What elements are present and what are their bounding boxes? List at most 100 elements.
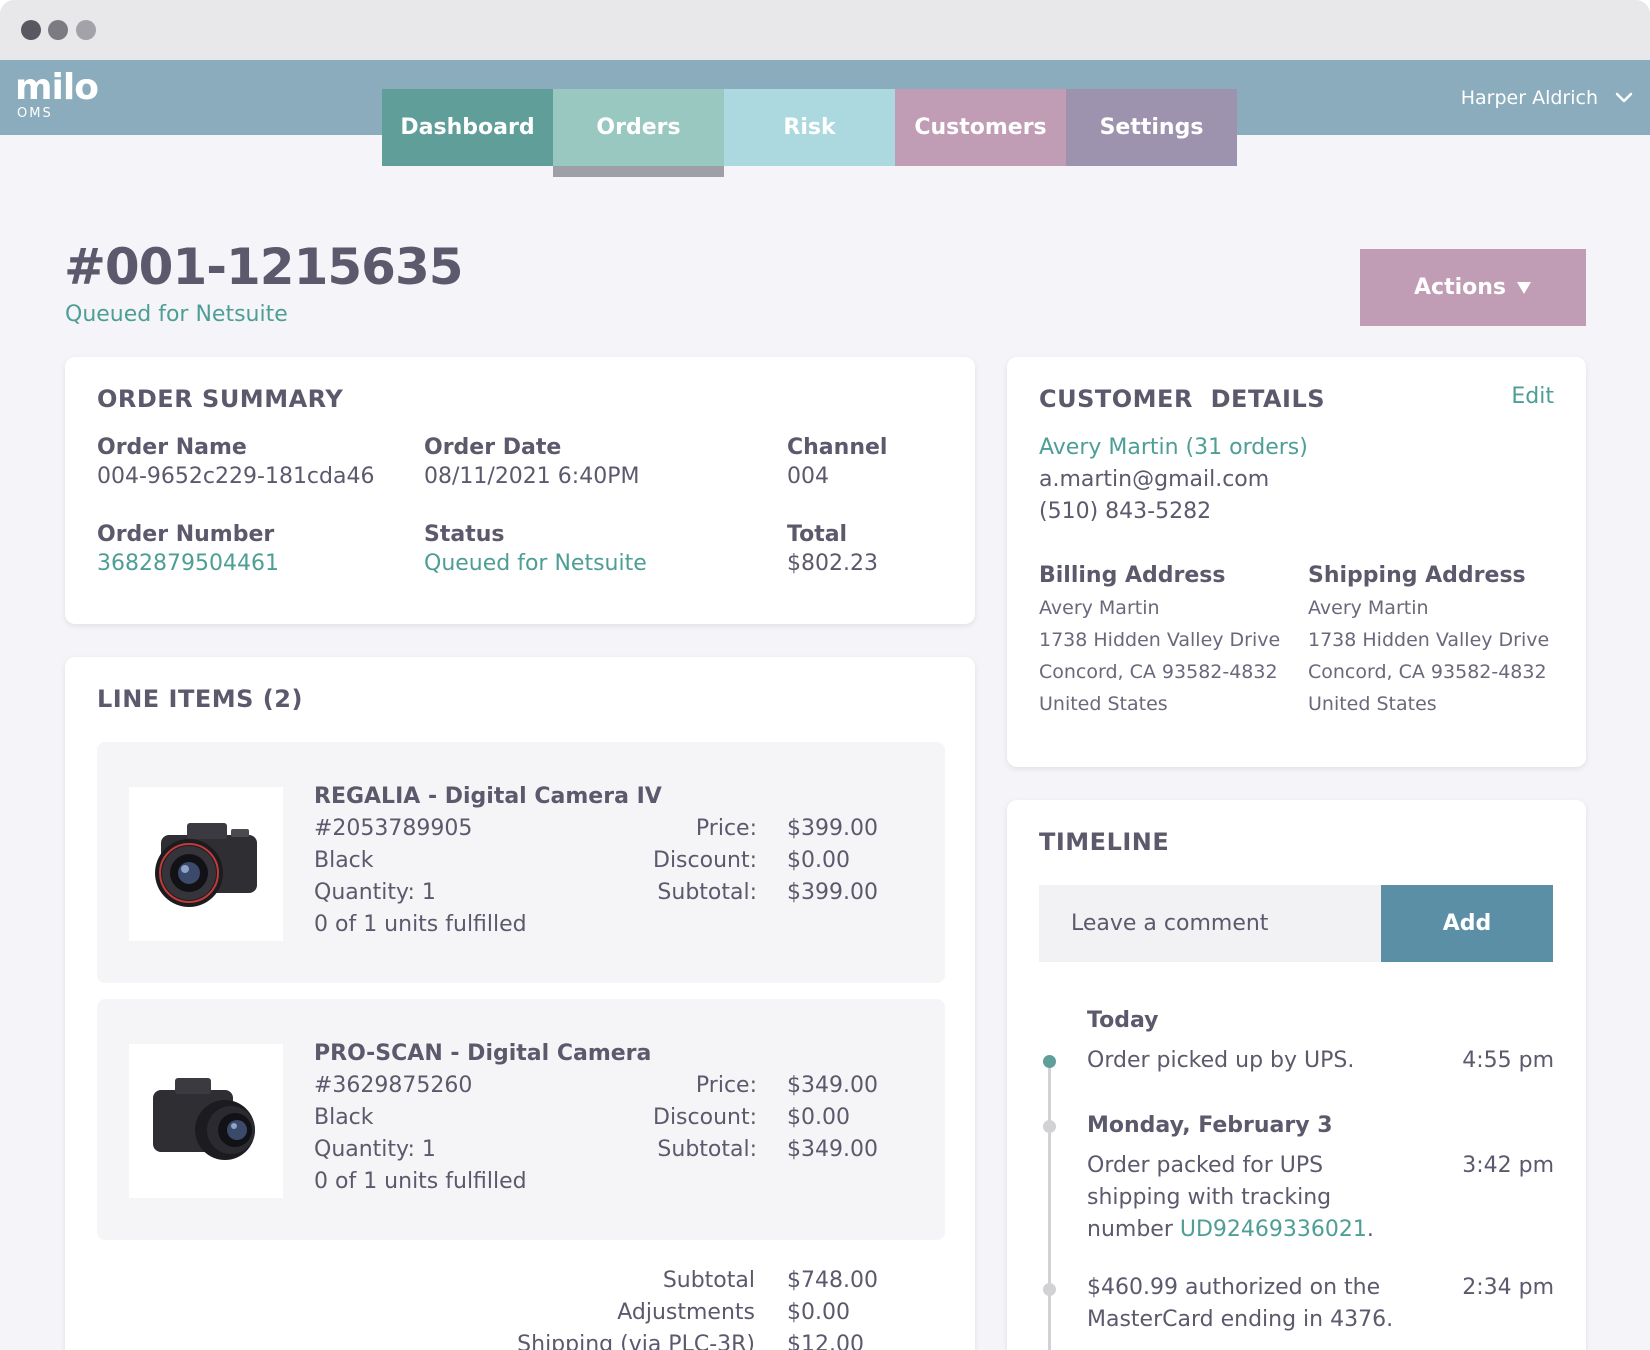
customer-name-link[interactable]: Avery Martin (31 orders) bbox=[1039, 435, 1308, 460]
billing-country: United States bbox=[1039, 693, 1168, 715]
status-value: Queued for Netsuite bbox=[424, 551, 647, 576]
camera-icon bbox=[155, 823, 257, 907]
total-label: Total bbox=[787, 522, 848, 547]
window-minimize-button[interactable] bbox=[48, 20, 68, 40]
camera-icon bbox=[153, 1078, 255, 1160]
timeline-title: TIMELINE bbox=[1039, 828, 1170, 856]
window-titlebar bbox=[0, 0, 1650, 60]
discount-value: $0.00 bbox=[787, 848, 850, 873]
actions-button-label: Actions bbox=[1414, 275, 1506, 300]
item-name[interactable]: PRO-SCAN - Digital Camera bbox=[314, 1041, 651, 1066]
subtotal-value: $399.00 bbox=[787, 880, 878, 905]
timeline-event-time: 3:42 pm bbox=[1462, 1153, 1554, 1178]
tracking-number-link[interactable]: UD92469336021 bbox=[1180, 1217, 1367, 1242]
comment-input[interactable]: Leave a comment bbox=[1039, 885, 1381, 962]
totals-subtotal-value: $748.00 bbox=[787, 1268, 878, 1293]
channel-label: Channel bbox=[787, 435, 888, 460]
line-item: REGALIA - Digital Camera IV #2053789905 … bbox=[97, 742, 945, 983]
channel-value: 004 bbox=[787, 464, 829, 489]
order-date-value: 08/11/2021 6:40PM bbox=[424, 464, 640, 489]
timeline-event-text: $460.99 authorized on the MasterCard end… bbox=[1087, 1275, 1394, 1332]
tab-customers[interactable]: Customers bbox=[895, 89, 1066, 166]
total-value: $802.23 bbox=[787, 551, 878, 576]
item-fulfillment: 0 of 1 units fulfilled bbox=[314, 1169, 527, 1194]
item-color: Black bbox=[314, 1105, 374, 1130]
window-maximize-button[interactable] bbox=[76, 20, 96, 40]
user-menu[interactable]: Harper Aldrich bbox=[1461, 87, 1598, 109]
order-summary-title: ORDER SUMMARY bbox=[97, 385, 344, 413]
customer-email: a.martin@gmail.com bbox=[1039, 467, 1270, 492]
edit-customer-link[interactable]: Edit bbox=[1511, 384, 1554, 409]
shipping-address-label: Shipping Address bbox=[1308, 563, 1526, 588]
timeline-event-time: 4:55 pm bbox=[1462, 1048, 1554, 1073]
order-number-label: Order Number bbox=[97, 522, 275, 547]
order-name-label: Order Name bbox=[97, 435, 247, 460]
totals-adjustments-value: $0.00 bbox=[787, 1300, 850, 1325]
billing-city: Concord, CA 93582-4832 bbox=[1039, 661, 1278, 683]
timeline-dot bbox=[1043, 1055, 1056, 1068]
subtotal-value: $349.00 bbox=[787, 1137, 878, 1162]
order-date-label: Order Date bbox=[424, 435, 562, 460]
timeline-event-time: 2:34 pm bbox=[1462, 1275, 1554, 1300]
timeline-dot bbox=[1043, 1283, 1056, 1296]
timeline-event-text: Order packed for UPS shipping with track… bbox=[1087, 1150, 1417, 1246]
shipping-street: 1738 Hidden Valley Drive bbox=[1308, 629, 1550, 651]
timeline-date-heading: Today bbox=[1087, 1008, 1159, 1033]
tab-orders[interactable]: Orders bbox=[553, 89, 724, 177]
shipping-country: United States bbox=[1308, 693, 1437, 715]
customer-details-card: CUSTOMER DETAILS Edit Avery Martin (31 o… bbox=[1007, 357, 1586, 767]
line-item: PRO-SCAN - Digital Camera #3629875260 Bl… bbox=[97, 999, 945, 1240]
billing-address-label: Billing Address bbox=[1039, 563, 1226, 588]
totals-adjustments-label: Adjustments bbox=[617, 1300, 755, 1325]
customer-details-title: CUSTOMER DETAILS bbox=[1039, 385, 1326, 413]
totals-shipping-label: Shipping (via PLC-3R) bbox=[517, 1332, 755, 1350]
item-sku: #3629875260 bbox=[314, 1073, 473, 1098]
main-nav: Dashboard Orders Risk Customers Settings bbox=[382, 89, 1237, 177]
line-items-title: LINE ITEMS (2) bbox=[97, 685, 303, 713]
discount-value: $0.00 bbox=[787, 1105, 850, 1130]
item-sku: #2053789905 bbox=[314, 816, 473, 841]
customer-phone: (510) 843-5282 bbox=[1039, 499, 1212, 524]
price-label: Price: bbox=[695, 816, 757, 841]
logo-subtitle: OMS bbox=[17, 106, 53, 121]
add-comment-button[interactable]: Add bbox=[1381, 885, 1553, 962]
shipping-city: Concord, CA 93582-4832 bbox=[1308, 661, 1547, 683]
timeline-track bbox=[1048, 1058, 1051, 1350]
item-name[interactable]: REGALIA - Digital Camera IV bbox=[314, 784, 662, 809]
tab-dashboard[interactable]: Dashboard bbox=[382, 89, 553, 166]
billing-street: 1738 Hidden Valley Drive bbox=[1039, 629, 1281, 651]
totals-shipping-value: $12.00 bbox=[787, 1332, 864, 1350]
subtotal-label: Subtotal: bbox=[657, 880, 757, 905]
price-label: Price: bbox=[695, 1073, 757, 1098]
price-value: $399.00 bbox=[787, 816, 878, 841]
price-value: $349.00 bbox=[787, 1073, 878, 1098]
order-status-subtitle: Queued for Netsuite bbox=[65, 302, 288, 327]
item-fulfillment: 0 of 1 units fulfilled bbox=[314, 912, 527, 937]
timeline-date-heading: Monday, February 3 bbox=[1087, 1113, 1333, 1138]
tab-settings[interactable]: Settings bbox=[1066, 89, 1237, 166]
order-name-value: 004-9652c229-181cda46 bbox=[97, 464, 375, 489]
page-title: #001-1215635 bbox=[64, 238, 464, 296]
status-label: Status bbox=[424, 522, 505, 547]
item-quantity: Quantity: 1 bbox=[314, 1137, 436, 1162]
order-number-link[interactable]: 3682879504461 bbox=[97, 551, 279, 576]
window-close-button[interactable] bbox=[21, 20, 41, 40]
timeline-dot bbox=[1043, 1120, 1056, 1133]
timeline-event-text: Order picked up by UPS. bbox=[1087, 1048, 1355, 1073]
order-summary-card: ORDER SUMMARY Order Name 004-9652c229-18… bbox=[65, 357, 975, 624]
tab-risk[interactable]: Risk bbox=[724, 89, 895, 166]
discount-label: Discount: bbox=[653, 1105, 757, 1130]
product-image[interactable] bbox=[129, 1044, 283, 1198]
subtotal-label: Subtotal: bbox=[657, 1137, 757, 1162]
item-quantity: Quantity: 1 bbox=[314, 880, 436, 905]
timeline-event-text-part: . bbox=[1366, 1217, 1374, 1242]
timeline-card: TIMELINE Leave a comment Add Today Order… bbox=[1007, 800, 1586, 1350]
totals-subtotal-label: Subtotal bbox=[662, 1268, 755, 1293]
actions-button[interactable]: Actions bbox=[1360, 249, 1586, 326]
item-color: Black bbox=[314, 848, 374, 873]
chevron-down-icon[interactable] bbox=[1612, 85, 1636, 109]
shipping-name: Avery Martin bbox=[1308, 597, 1429, 619]
app-window: milo OMS Harper Aldrich Dashboard Orders… bbox=[0, 60, 1650, 1350]
product-image[interactable] bbox=[129, 787, 283, 941]
logo[interactable]: milo bbox=[15, 70, 99, 106]
